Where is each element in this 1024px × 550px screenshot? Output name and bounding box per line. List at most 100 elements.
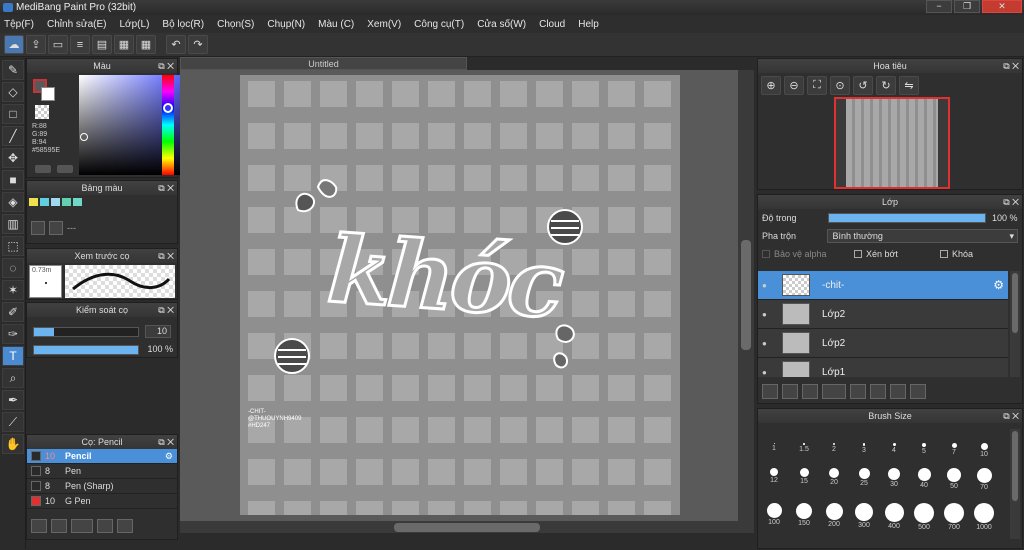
menu-edit[interactable]: Chỉnh sửa(E) xyxy=(47,19,107,30)
brush-size-option[interactable]: 4 xyxy=(879,443,909,454)
layer-list-scrollbar[interactable] xyxy=(1010,271,1020,377)
undo-icon[interactable]: ↶ xyxy=(166,35,186,54)
merge-layer-icon[interactable] xyxy=(890,384,906,399)
list-icon[interactable]: ≡ xyxy=(70,35,90,54)
palette-swatch[interactable] xyxy=(73,198,82,206)
new-layer-icon[interactable] xyxy=(762,384,778,399)
hand-tool-icon[interactable]: ✋ xyxy=(2,434,24,454)
new-8bit-layer-icon[interactable] xyxy=(802,384,818,399)
palette-swatch[interactable] xyxy=(62,198,71,206)
brush-size-option[interactable]: 30 xyxy=(879,468,909,488)
brush-size-option[interactable]: 5 xyxy=(909,443,939,455)
brush-size-option[interactable]: 70 xyxy=(969,468,999,491)
menu-file[interactable]: Tệp(F) xyxy=(4,19,34,30)
brush-size-slider[interactable] xyxy=(33,327,139,337)
brush-size-option[interactable]: 400 xyxy=(879,503,909,530)
menu-filter[interactable]: Bộ lọc(R) xyxy=(162,19,204,30)
fill-rect-tool-icon[interactable]: ■ xyxy=(2,170,24,190)
dropper-tool-icon[interactable]: ✒ xyxy=(2,390,24,410)
panel-close-icon[interactable]: ⧉ ✕ xyxy=(158,303,174,317)
panel-close-icon[interactable]: ⧉ ✕ xyxy=(158,59,174,73)
bg-color-swatch[interactable] xyxy=(41,87,55,101)
brush-size-option[interactable]: 7 xyxy=(939,443,969,456)
brush-size-option[interactable]: 40 xyxy=(909,468,939,489)
brush-size-option[interactable]: 700 xyxy=(939,503,969,531)
palette-more[interactable]: --- xyxy=(67,223,76,233)
palette-add-icon[interactable] xyxy=(31,221,45,235)
share-icon[interactable]: ⇪ xyxy=(26,35,46,54)
layer-row[interactable]: ● -chit- ⚙ xyxy=(758,271,1008,300)
panel-close-icon[interactable]: ⧉ ✕ xyxy=(158,181,174,195)
cloud-brush-icon[interactable] xyxy=(31,519,47,533)
minimize-button[interactable]: − xyxy=(926,0,952,13)
transparent-swatch[interactable] xyxy=(35,105,49,119)
brush-size-option[interactable]: 12 xyxy=(759,468,789,484)
artboard[interactable]: khóc -CHIT- @THUOUYNH9409 #HD247 xyxy=(240,75,680,515)
panel-close-icon[interactable]: ⧉ ✕ xyxy=(1003,195,1019,209)
brush-menu-icon[interactable] xyxy=(71,519,93,533)
menu-snap[interactable]: Chụp(N) xyxy=(267,19,305,30)
visibility-icon[interactable]: ● xyxy=(762,339,774,348)
magic-wand-tool-icon[interactable]: ✶ xyxy=(2,280,24,300)
zoom-out-icon[interactable]: ⊖ xyxy=(784,76,804,95)
blend-mode-select[interactable]: Bình thường ▾ xyxy=(827,229,1018,243)
panel-close-icon[interactable]: ⧉ ✕ xyxy=(1003,59,1019,73)
eyedropper-icon[interactable]: ⟋ xyxy=(2,412,24,432)
layer-row[interactable]: ● Lớp2 xyxy=(758,329,1008,358)
hue-handle[interactable] xyxy=(163,103,173,113)
lasso-tool-icon[interactable]: ◌ xyxy=(2,258,24,278)
redo-icon[interactable]: ↷ xyxy=(188,35,208,54)
brush-item-gpen[interactable]: 10 G Pen xyxy=(27,494,177,509)
bucket-tool-icon[interactable]: ◈ xyxy=(2,192,24,212)
brush-item-pencil[interactable]: 10 Pencil ⚙ xyxy=(27,449,177,464)
delete-layer-icon[interactable] xyxy=(910,384,926,399)
visibility-icon[interactable]: ● xyxy=(762,368,774,377)
panel-close-icon[interactable]: ⧉ ✕ xyxy=(158,249,174,263)
brush-size-option[interactable]: 3 xyxy=(849,443,879,454)
brush-size-option[interactable]: 200 xyxy=(819,503,849,528)
visibility-icon[interactable]: ● xyxy=(762,310,774,319)
brush-opacity-slider[interactable] xyxy=(33,345,139,355)
panel-close-icon[interactable]: ⧉ ✕ xyxy=(158,435,174,449)
close-button[interactable]: ✕ xyxy=(982,0,1022,13)
select-pen-tool-icon[interactable]: ✐ xyxy=(2,302,24,322)
brush-size-option[interactable]: 1.5 xyxy=(789,443,819,453)
brush-size-option[interactable]: 500 xyxy=(909,503,939,531)
menu-help[interactable]: Help xyxy=(578,19,599,30)
palette-swatch[interactable] xyxy=(51,198,60,206)
rectangle-tool-icon[interactable]: □ xyxy=(2,104,24,124)
zoom-in-icon[interactable]: ⊕ xyxy=(761,76,781,95)
menu-view[interactable]: Xem(V) xyxy=(367,19,401,30)
layer-row[interactable]: ● Lớp1 xyxy=(758,358,1008,377)
operation-tool-icon[interactable]: ⌕ xyxy=(2,368,24,388)
canvas-vertical-scrollbar[interactable] xyxy=(738,70,754,521)
select-tool-icon[interactable]: ⬚ xyxy=(2,236,24,256)
rotate-right-icon[interactable]: ↻ xyxy=(876,76,896,95)
new-halftone-layer-icon[interactable] xyxy=(782,384,798,399)
document-icon[interactable]: ▤ xyxy=(92,35,112,54)
eraser-tool-icon[interactable]: ◇ xyxy=(2,82,24,102)
gradient-tool-icon[interactable]: ▥ xyxy=(2,214,24,234)
line-tool-icon[interactable]: ╱ xyxy=(2,126,24,146)
brush-size-option[interactable]: 100 xyxy=(759,503,789,526)
clip-checkbox[interactable] xyxy=(854,250,862,258)
brush-item-pen-sharp[interactable]: 8 Pen (Sharp) xyxy=(27,479,177,494)
layer-row[interactable]: ● Lớp2 xyxy=(758,300,1008,329)
grid-icon[interactable]: ▦ xyxy=(136,35,156,54)
document-tab[interactable]: Untitled xyxy=(180,57,467,70)
hue-slider[interactable] xyxy=(162,75,174,175)
menu-tools[interactable]: Công cụ(T) xyxy=(414,19,464,30)
brush-size-value[interactable]: 10 xyxy=(145,325,171,338)
text-tool-icon[interactable]: T xyxy=(2,346,24,366)
comment-icon[interactable]: ▭ xyxy=(48,35,68,54)
move-tool-icon[interactable]: ✥ xyxy=(2,148,24,168)
brush-size-scrollbar[interactable] xyxy=(1010,429,1020,539)
protect-alpha-checkbox[interactable] xyxy=(762,250,770,258)
brush-size-option[interactable]: 15 xyxy=(789,468,819,485)
brush-size-option[interactable]: 1 xyxy=(759,443,789,452)
sv-picker-handle[interactable] xyxy=(80,133,88,141)
brush-size-option[interactable]: 10 xyxy=(969,443,999,458)
color-add-button[interactable] xyxy=(35,165,51,173)
gear-icon[interactable]: ⚙ xyxy=(165,451,173,462)
table-icon[interactable]: ▦ xyxy=(114,35,134,54)
